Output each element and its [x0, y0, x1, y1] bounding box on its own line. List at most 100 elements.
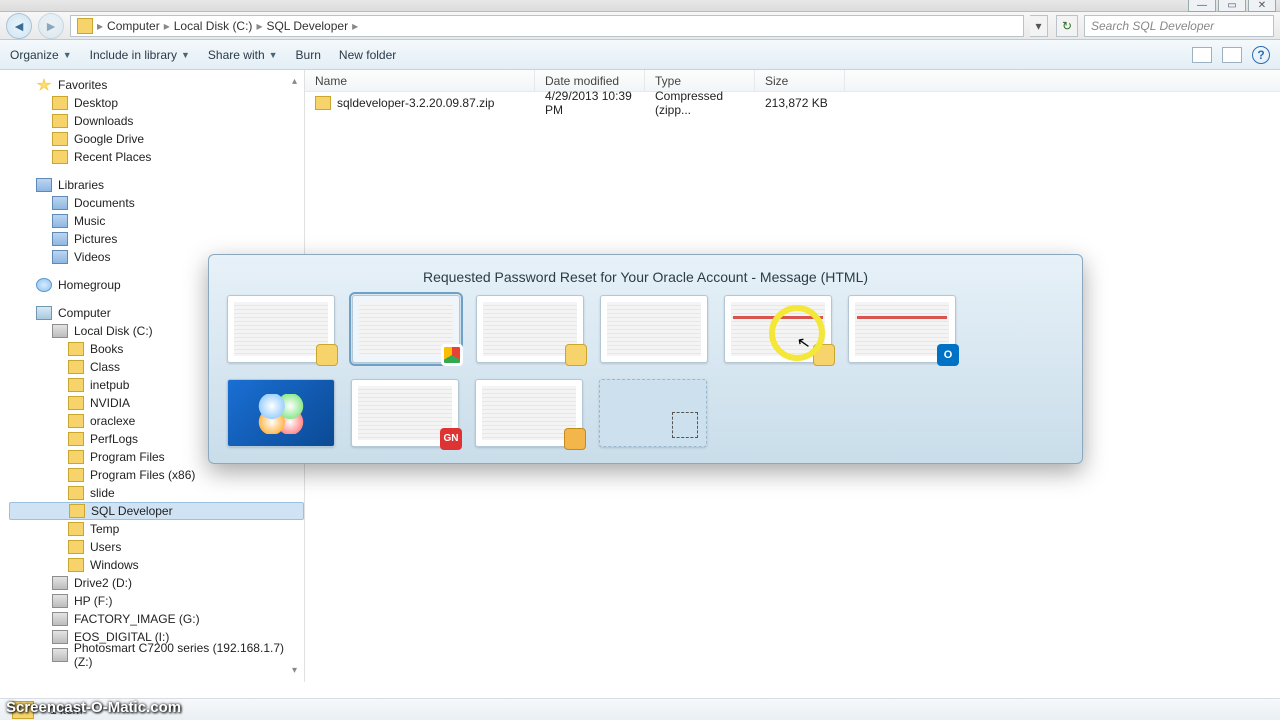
nav-slide[interactable]: slide: [8, 484, 304, 502]
nav-program-files-x86[interactable]: Program Files (x86): [8, 466, 304, 484]
new-folder-button[interactable]: New folder: [339, 48, 396, 62]
preview-pane-button[interactable]: [1222, 47, 1242, 63]
star-icon: [36, 78, 52, 92]
folder-icon: [68, 432, 84, 446]
drive-icon: [52, 576, 68, 590]
breadcrumb-dropdown-button[interactable]: ▾: [1030, 15, 1048, 37]
file-size: 213,872 KB: [755, 96, 845, 110]
col-type[interactable]: Type: [645, 70, 755, 91]
nav-music[interactable]: Music: [8, 212, 304, 230]
col-size[interactable]: Size: [755, 70, 845, 91]
breadcrumb-p2[interactable]: SQL Developer: [266, 19, 348, 33]
nav-desktop[interactable]: Desktop: [8, 94, 304, 112]
browser-tabstrip: — ▭ ✕: [0, 0, 1280, 12]
window-maximize-button[interactable]: ▭: [1218, 0, 1246, 12]
view-options-button[interactable]: [1192, 47, 1212, 63]
folder-icon: [69, 504, 85, 518]
gn-icon: GN: [440, 428, 462, 450]
folder-icon: [52, 150, 68, 164]
folder-icon: [77, 18, 93, 34]
breadcrumb[interactable]: ▸ Computer ▸ Local Disk (C:) ▸ SQL Devel…: [70, 15, 1024, 37]
scroll-down-icon[interactable]: ▾: [292, 665, 302, 676]
folder-icon: [68, 486, 84, 500]
breadcrumb-root[interactable]: Computer: [107, 19, 160, 33]
nav-printer-z[interactable]: Photosmart C7200 series (192.168.1.7) (Z…: [8, 646, 304, 664]
folder-icon: [68, 540, 84, 554]
nav-recent-places[interactable]: Recent Places: [8, 148, 304, 166]
window-minimize-button[interactable]: —: [1188, 0, 1216, 12]
switcher-thumb-mail[interactable]: [475, 379, 583, 447]
refresh-button[interactable]: ↻: [1056, 15, 1078, 37]
library-icon: [52, 196, 68, 210]
file-row[interactable]: sqldeveloper-3.2.20.09.87.zip 4/29/2013 …: [305, 92, 1280, 114]
nav-drive-f[interactable]: HP (F:): [8, 592, 304, 610]
folder-icon: [68, 360, 84, 374]
switcher-thumb-snip[interactable]: [599, 379, 707, 447]
share-with-button[interactable]: Share with▼: [208, 48, 278, 62]
homegroup-icon: [36, 278, 52, 292]
folder-icon: [52, 132, 68, 146]
outlook-icon: O: [937, 344, 959, 366]
search-input[interactable]: Search SQL Developer: [1084, 15, 1274, 37]
nav-drive-d[interactable]: Drive2 (D:): [8, 574, 304, 592]
switcher-thumb-message[interactable]: [724, 295, 832, 363]
folder-icon: [68, 522, 84, 536]
switcher-thumb-outlook[interactable]: O: [848, 295, 956, 363]
chrome-icon: [441, 344, 463, 366]
include-library-button[interactable]: Include in library▼: [90, 48, 190, 62]
switcher-thumb-desktop[interactable]: [227, 379, 335, 447]
switcher-thumb-chrome[interactable]: [352, 295, 460, 363]
folder-icon: [68, 396, 84, 410]
window-close-button[interactable]: ✕: [1248, 0, 1276, 12]
library-icon: [52, 250, 68, 264]
folder-icon: [52, 114, 68, 128]
switcher-thumb-doc[interactable]: [600, 295, 708, 363]
mail-icon: [564, 428, 586, 450]
drive-icon: [52, 648, 68, 662]
switcher-thumb-explorer[interactable]: [227, 295, 335, 363]
nav-forward-button[interactable]: ►: [38, 13, 64, 39]
folder-icon: [565, 344, 587, 366]
scroll-up-icon[interactable]: ▴: [292, 76, 302, 87]
nav-downloads[interactable]: Downloads: [8, 112, 304, 130]
column-headers: Name Date modified Type Size: [305, 70, 1280, 92]
drive-icon: [52, 594, 68, 608]
search-placeholder: Search SQL Developer: [1091, 19, 1214, 33]
library-icon: [52, 232, 68, 246]
watermark-text: Screencast-O-Matic.com: [6, 699, 181, 716]
folder-icon: [68, 558, 84, 572]
nav-sql-developer[interactable]: SQL Developer: [9, 502, 304, 520]
nav-users[interactable]: Users: [8, 538, 304, 556]
favorites-group[interactable]: Favorites: [8, 76, 304, 94]
nav-drive-g[interactable]: FACTORY_IMAGE (G:): [8, 610, 304, 628]
nav-temp[interactable]: Temp: [8, 520, 304, 538]
folder-icon: [316, 344, 338, 366]
nav-pictures[interactable]: Pictures: [8, 230, 304, 248]
libraries-group[interactable]: Libraries: [8, 176, 304, 194]
switcher-thumb-gn[interactable]: GN: [351, 379, 459, 447]
nav-documents[interactable]: Documents: [8, 194, 304, 212]
selection-icon: [672, 412, 698, 438]
switcher-thumb-explorer2[interactable]: [476, 295, 584, 363]
nav-windows[interactable]: Windows: [8, 556, 304, 574]
folder-icon: [68, 342, 84, 356]
col-name[interactable]: Name: [305, 70, 535, 91]
folder-icon: [68, 450, 84, 464]
burn-button[interactable]: Burn: [296, 48, 321, 62]
computer-icon: [36, 306, 52, 320]
nav-back-button[interactable]: ◄: [6, 13, 32, 39]
status-bar: 1 item: [0, 698, 1280, 720]
folder-icon: [68, 468, 84, 482]
folder-icon: [68, 414, 84, 428]
file-name: sqldeveloper-3.2.20.09.87.zip: [337, 96, 494, 110]
organize-button[interactable]: Organize▼: [10, 48, 72, 62]
col-modified[interactable]: Date modified: [535, 70, 645, 91]
folder-icon: [813, 344, 835, 366]
nav-google-drive[interactable]: Google Drive: [8, 130, 304, 148]
zip-icon: [315, 96, 331, 110]
address-bar: ◄ ► ▸ Computer ▸ Local Disk (C:) ▸ SQL D…: [0, 12, 1280, 40]
breadcrumb-p1[interactable]: Local Disk (C:): [174, 19, 253, 33]
file-modified: 4/29/2013 10:39 PM: [535, 89, 645, 117]
help-button[interactable]: ?: [1252, 46, 1270, 64]
folder-icon: [52, 96, 68, 110]
